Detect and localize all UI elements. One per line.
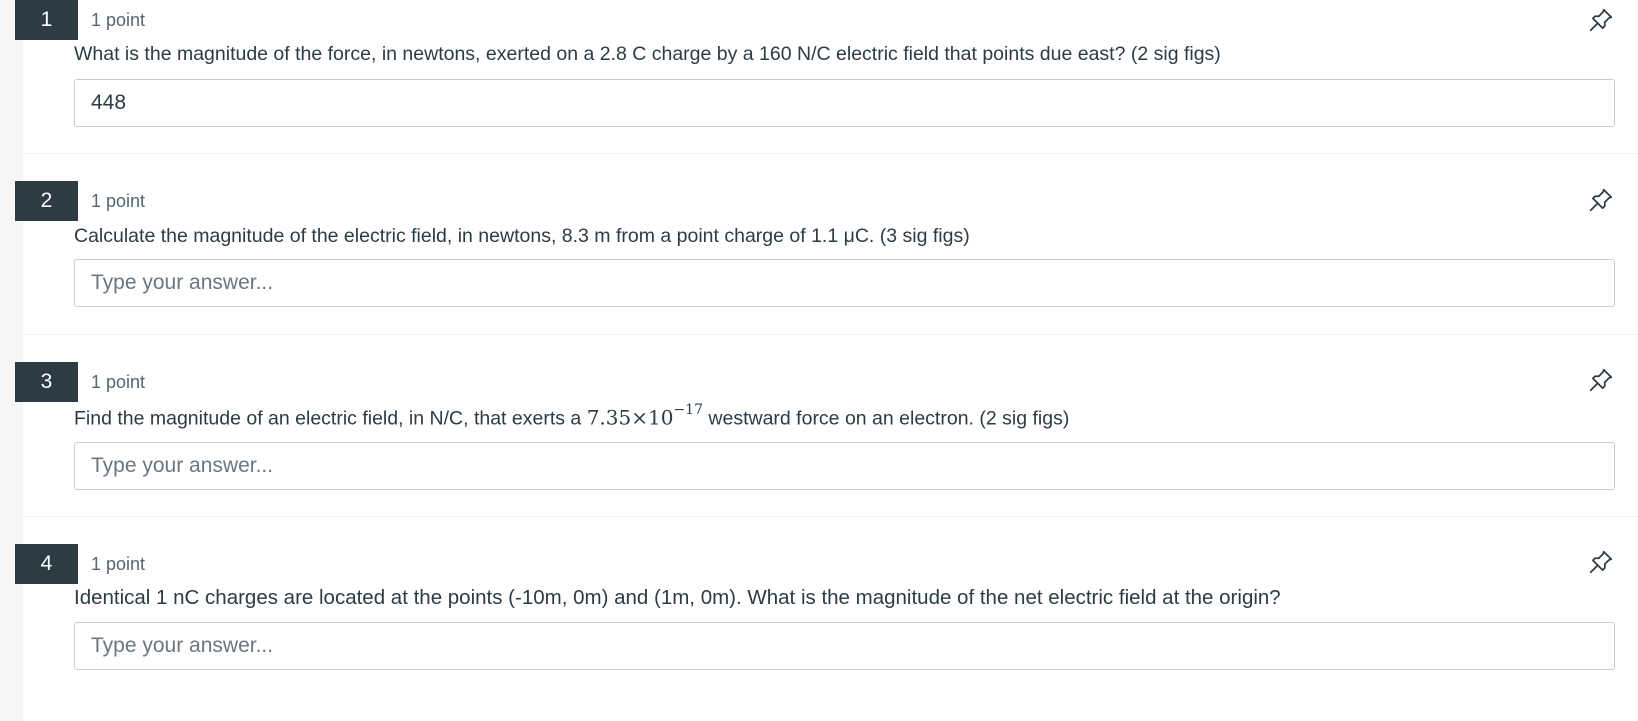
question-text: Find the magnitude of an electric field,… — [74, 402, 1070, 431]
question-4: 4 1 point Identical 1 nC charges are loc… — [15, 516, 1638, 705]
math-base: 7.35×10 — [586, 405, 674, 430]
answer-input[interactable] — [74, 622, 1615, 670]
pushpin-icon[interactable] — [1588, 367, 1614, 393]
question-number-badge: 1 — [15, 0, 78, 40]
answer-input[interactable] — [74, 79, 1615, 127]
question-points: 1 point — [91, 554, 146, 574]
question-text: Identical 1 nC charges are located at th… — [74, 586, 1281, 609]
math-exponent: −17 — [673, 402, 703, 418]
answer-input[interactable] — [74, 442, 1615, 490]
question-text-after: westward force on an electron. (2 sig fi… — [702, 407, 1070, 430]
question-points: 1 point — [91, 372, 146, 392]
question-number-badge: 2 — [15, 181, 78, 221]
question-number-badge: 3 — [15, 362, 78, 402]
question-number-badge: 4 — [15, 544, 78, 584]
pushpin-icon[interactable] — [1588, 549, 1614, 575]
left-gutter — [0, 0, 23, 721]
pushpin-icon[interactable] — [1588, 7, 1614, 33]
question-points: 1 point — [91, 191, 146, 211]
quiz-page: 1 1 point What is the magnitude of the f… — [0, 0, 1638, 721]
question-text: Calculate the magnitude of the electric … — [74, 225, 970, 247]
answer-input[interactable] — [74, 259, 1615, 307]
question-2: 2 1 point Calculate the magnitude of the… — [15, 153, 1638, 342]
pushpin-icon[interactable] — [1588, 187, 1614, 213]
question-points: 1 point — [91, 10, 146, 30]
question-text-before: Find the magnitude of an electric field,… — [74, 407, 587, 430]
question-text: What is the magnitude of the force, in n… — [74, 43, 1221, 65]
question-3: 3 1 point Find the magnitude of an elect… — [15, 334, 1638, 523]
